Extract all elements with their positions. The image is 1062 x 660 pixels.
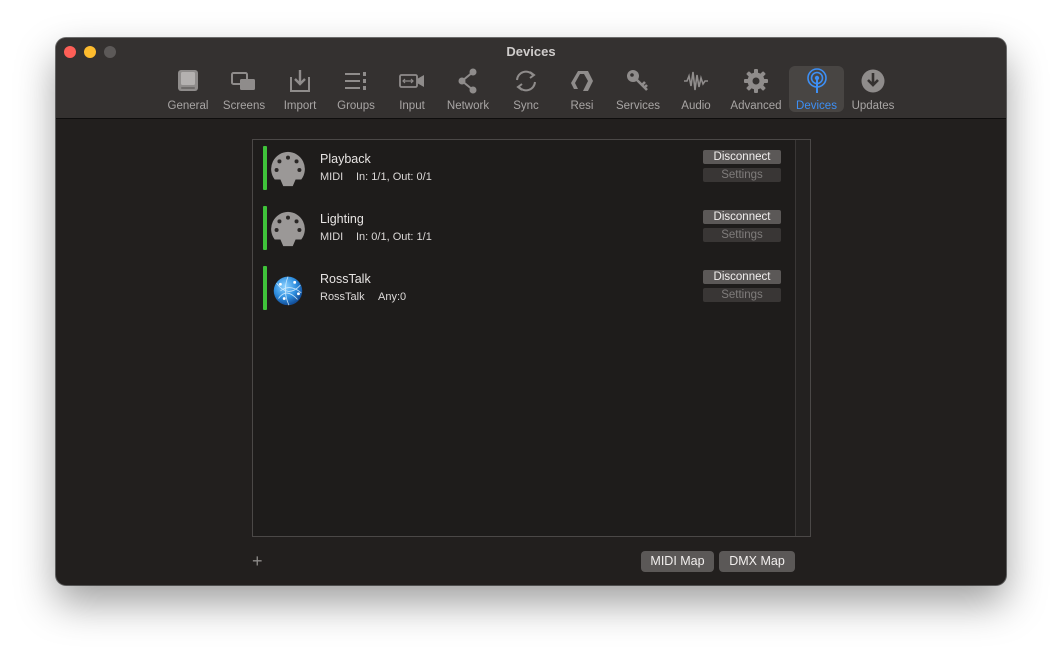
screens-icon	[231, 72, 255, 90]
titlebar: Devices General Screens Import Groups In…	[56, 38, 1006, 119]
toolbar-item-devices[interactable]: Devices	[789, 66, 844, 112]
settings-button[interactable]: Settings	[703, 288, 781, 302]
connected-status-bar	[263, 146, 267, 190]
window-title: Devices	[506, 44, 556, 59]
toolbar-item-label: Network	[446, 100, 490, 112]
toolbar-item-services[interactable]: Services	[612, 66, 664, 112]
toolbar-item-import[interactable]: Import	[277, 66, 323, 112]
toolbar-item-label: Services	[615, 100, 661, 112]
audio-waveform-icon	[684, 71, 708, 91]
toolbar-item-label: Audio	[681, 100, 711, 112]
toolbar-item-label: Devices	[796, 100, 837, 112]
toolbar-item-screens[interactable]: Screens	[219, 66, 269, 112]
devices-list: Playback MIDI In: 1/1, Out: 0/1 Disconne…	[252, 139, 811, 537]
gear-icon	[744, 69, 768, 93]
toolbar-item-label: Resi	[570, 100, 594, 112]
toolbar-item-advanced[interactable]: Advanced	[726, 66, 786, 112]
midi-map-button[interactable]: MIDI Map	[641, 551, 714, 572]
midi-connector-icon	[271, 151, 305, 187]
toolbar-item-label: Input	[399, 100, 425, 112]
toolbar-item-resi[interactable]: Resi	[560, 66, 604, 112]
toolbar-item-input[interactable]: Input	[390, 66, 434, 112]
network-icon	[458, 68, 477, 94]
connected-status-bar	[263, 206, 267, 250]
toolbar-item-audio[interactable]: Audio	[674, 66, 718, 112]
toolbar-item-label: Import	[283, 100, 317, 112]
toolbar-item-sync[interactable]: Sync	[504, 66, 548, 112]
add-device-button[interactable]: +	[252, 551, 263, 571]
settings-button[interactable]: Settings	[703, 228, 781, 242]
toolbar-item-label: Updates	[851, 100, 895, 112]
preferences-window: Devices General Screens Import Groups In…	[56, 38, 1006, 585]
device-row-playback[interactable]: Playback MIDI In: 1/1, Out: 0/1 Disconne…	[263, 146, 793, 192]
groups-icon	[345, 72, 366, 90]
disconnect-button[interactable]: Disconnect	[703, 210, 781, 224]
key-icon	[627, 70, 648, 91]
device-type: MIDI	[320, 171, 344, 183]
toolbar-item-label: Sync	[513, 100, 539, 112]
device-type: RossTalk	[320, 291, 365, 303]
device-row-lighting[interactable]: Lighting MIDI In: 0/1, Out: 1/1 Disconne…	[263, 206, 793, 252]
toolbar-item-label: Groups	[337, 100, 375, 112]
toolbar-item-general[interactable]: General	[164, 66, 212, 112]
antenna-icon	[806, 68, 827, 93]
dmx-map-button[interactable]: DMX Map	[719, 551, 795, 572]
device-row-rosstalk[interactable]: RossTalk RossTalk Any:0 Disconnect Setti…	[263, 266, 793, 312]
toolbar-item-label: General	[167, 100, 209, 112]
sync-icon	[516, 70, 536, 92]
device-name: RossTalk	[320, 272, 371, 286]
toolbar-item-groups[interactable]: Groups	[332, 66, 380, 112]
toolbar-item-label: Screens	[222, 100, 266, 112]
device-port: In: 1/1, Out: 0/1	[356, 171, 432, 183]
toolbar-item-updates[interactable]: Updates	[848, 66, 898, 112]
device-port: Any:0	[378, 291, 407, 303]
disconnect-button[interactable]: Disconnect	[703, 270, 781, 284]
toolbar-item-network[interactable]: Network	[442, 66, 494, 112]
device-name: Lighting	[320, 212, 364, 226]
input-icon	[399, 74, 424, 88]
device-name: Playback	[320, 152, 371, 166]
list-scrollbar[interactable]	[795, 140, 810, 536]
toolbar-item-label: Advanced	[730, 100, 782, 112]
device-type: MIDI	[320, 231, 344, 243]
download-icon	[861, 69, 885, 93]
settings-button[interactable]: Settings	[703, 168, 781, 182]
disconnect-button[interactable]: Disconnect	[703, 150, 781, 164]
device-port: In: 0/1, Out: 1/1	[356, 231, 432, 243]
general-icon	[178, 70, 198, 91]
resi-icon	[571, 71, 593, 91]
network-globe-icon	[273, 276, 303, 306]
midi-connector-icon	[271, 211, 305, 247]
connected-status-bar	[263, 266, 267, 310]
import-icon	[290, 70, 310, 92]
